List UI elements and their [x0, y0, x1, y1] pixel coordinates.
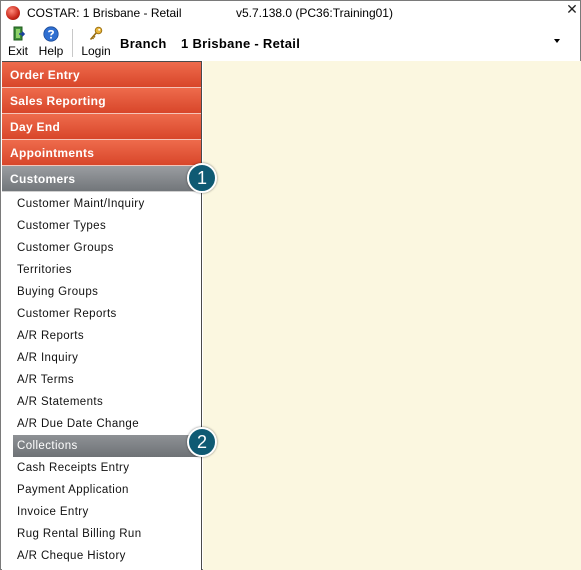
- customers-item-list: Customer Maint/Inquiry Customer Types Cu…: [2, 192, 201, 567]
- menu-item-ar-inquiry[interactable]: A/R Inquiry: [2, 347, 201, 369]
- callout-badge-1: 1: [187, 163, 217, 193]
- menu-item-invoice-entry[interactable]: Invoice Entry: [2, 501, 201, 523]
- menu-item-ar-due-date-change[interactable]: A/R Due Date Change: [2, 413, 201, 435]
- menu-item-ar-reports[interactable]: A/R Reports: [2, 325, 201, 347]
- help-button[interactable]: Help: [37, 26, 65, 60]
- help-label: Help: [38, 44, 64, 58]
- section-day-end[interactable]: Day End: [2, 114, 201, 140]
- section-customers[interactable]: Customers: [2, 166, 201, 192]
- exit-label: Exit: [7, 44, 28, 58]
- branch-label: Branch: [120, 36, 167, 51]
- close-icon[interactable]: ✕: [566, 1, 578, 17]
- title-bar: COSTAR: 1 Brisbane - Retail v5.7.138.0 (…: [1, 1, 580, 25]
- toolbar: Exit Help Login Branch 1 Brisbane - Reta…: [1, 25, 580, 61]
- help-question-icon: [43, 26, 59, 42]
- costar-logo-icon: [6, 6, 20, 20]
- menu-item-customer-maint-inquiry[interactable]: Customer Maint/Inquiry: [2, 193, 201, 215]
- exit-door-icon: [13, 26, 26, 41]
- version-text: v5.7.138.0 (PC36:Training01): [236, 6, 393, 20]
- menu-item-payment-application[interactable]: Payment Application: [2, 479, 201, 501]
- menu-item-cash-receipts-entry[interactable]: Cash Receipts Entry: [2, 457, 201, 479]
- main-content-area: [203, 61, 581, 570]
- chevron-down-icon[interactable]: [554, 39, 560, 43]
- toolbar-separator: [72, 29, 73, 57]
- login-button[interactable]: Login: [80, 26, 112, 60]
- menu-item-customer-types[interactable]: Customer Types: [2, 215, 201, 237]
- branch-dropdown[interactable]: 1 Brisbane - Retail: [176, 32, 566, 54]
- exit-button[interactable]: Exit: [6, 26, 30, 60]
- section-appointments[interactable]: Appointments: [2, 140, 201, 166]
- section-customers-label: Customers: [10, 172, 76, 186]
- section-order-entry[interactable]: Order Entry: [2, 62, 201, 88]
- callout-badge-2: 2: [187, 427, 217, 457]
- menu-item-ar-statements[interactable]: A/R Statements: [2, 391, 201, 413]
- menu-item-ar-terms[interactable]: A/R Terms: [2, 369, 201, 391]
- menu-item-collections[interactable]: Collections: [13, 435, 201, 457]
- login-label: Login: [81, 44, 111, 58]
- menu-item-buying-groups[interactable]: Buying Groups: [2, 281, 201, 303]
- menu-item-territories[interactable]: Territories: [2, 259, 201, 281]
- menu-item-rug-rental-billing-run[interactable]: Rug Rental Billing Run: [2, 523, 201, 545]
- window-title: COSTAR: 1 Brisbane - Retail: [27, 6, 182, 20]
- sidebar-menu: Order Entry Sales Reporting Day End Appo…: [2, 61, 202, 570]
- branch-value: 1 Brisbane - Retail: [181, 36, 301, 51]
- app-window: COSTAR: 1 Brisbane - Retail v5.7.138.0 (…: [0, 0, 581, 570]
- menu-item-customer-reports[interactable]: Customer Reports: [2, 303, 201, 325]
- section-sales-reporting[interactable]: Sales Reporting: [2, 88, 201, 114]
- key-icon: [89, 26, 103, 41]
- menu-item-ar-cheque-history[interactable]: A/R Cheque History: [2, 545, 201, 567]
- menu-item-customer-groups[interactable]: Customer Groups: [2, 237, 201, 259]
